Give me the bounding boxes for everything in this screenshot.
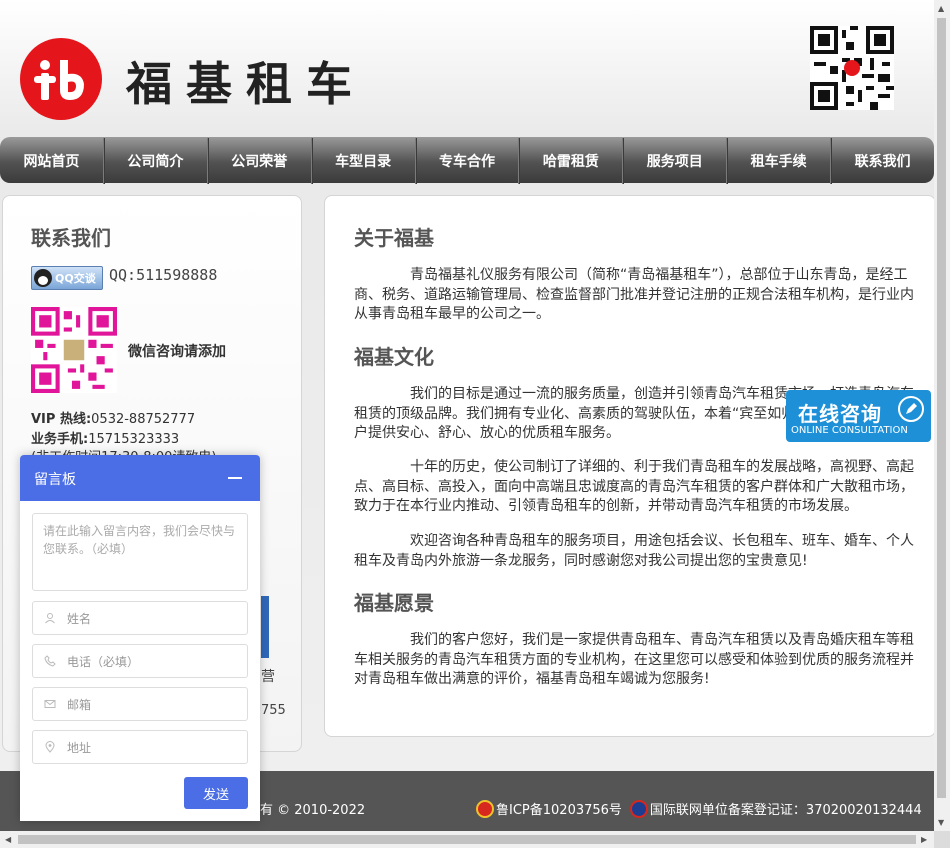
mobile-number: 15715323333 bbox=[88, 432, 180, 447]
vip-hotline: VIP 热线:0532-88752777 bbox=[31, 408, 195, 427]
message-textarea[interactable]: 请在此输入留言内容，我们会尽快与您联系。（必填） bbox=[32, 513, 248, 591]
consult-label: 在线咨询 bbox=[798, 402, 882, 426]
scroll-left-icon[interactable]: ◀ bbox=[5, 835, 11, 844]
qq-chat-label: QQ交谈 bbox=[55, 272, 96, 285]
vip-label: VIP 热线: bbox=[31, 412, 92, 427]
vision-title: 福基愿景 bbox=[354, 591, 434, 615]
vertical-scrollbar[interactable]: ▲ ▼ bbox=[934, 0, 950, 831]
name-field[interactable]: 姓名 bbox=[32, 601, 248, 635]
send-button[interactable]: 发送 bbox=[184, 777, 248, 809]
police-record[interactable]: 国际联网单位备案登记证：37020020132444 bbox=[650, 799, 922, 818]
message-board: 留言板 请在此输入留言内容，我们会尽快与您联系。（必填） 姓名 电话（必填） 邮… bbox=[20, 455, 260, 821]
nav-item-honors[interactable]: 公司荣誉 bbox=[208, 138, 312, 184]
scroll-right-icon[interactable]: ▶ bbox=[921, 835, 927, 844]
mail-icon bbox=[43, 697, 57, 711]
scroll-down-icon[interactable]: ▼ bbox=[938, 818, 944, 827]
pen-icon bbox=[898, 396, 924, 422]
location-icon bbox=[43, 740, 57, 754]
online-consultation-button[interactable]: 在线咨询 ONLINE CONSULTATION bbox=[786, 390, 931, 442]
scroll-up-icon[interactable]: ▲ bbox=[938, 4, 944, 13]
minimize-icon[interactable] bbox=[228, 477, 242, 479]
vertical-scroll-thumb[interactable] bbox=[937, 18, 946, 798]
email-placeholder: 邮箱 bbox=[67, 697, 92, 712]
national-emblem-icon bbox=[476, 799, 494, 818]
qq-chat-button[interactable]: QQ交谈 bbox=[31, 266, 103, 290]
about-title: 关于福基 bbox=[354, 226, 434, 250]
main-nav: 网站首页 公司简介 公司荣誉 车型目录 专车合作 哈雷租赁 服务项目 租车手续 … bbox=[0, 137, 934, 184]
vip-number: 0532-88752777 bbox=[91, 412, 196, 427]
vision-text: 我们的客户您好，我们是一家提供青岛租车、青岛汽车租赁以及青岛婚庆租车等租车相关服… bbox=[354, 632, 914, 687]
logo[interactable] bbox=[20, 38, 102, 120]
police-badge-icon bbox=[629, 799, 648, 818]
culture-text-2: 十年的历史，使公司制订了详细的、利于我们青岛租车的发展战略，高视野、高起点、高目… bbox=[354, 459, 914, 514]
logo-mark-icon bbox=[34, 60, 84, 100]
scrollbar-corner bbox=[934, 831, 950, 848]
icp-link[interactable]: 鲁ICP备10203756号 bbox=[496, 799, 622, 818]
nav-item-services[interactable]: 服务项目 bbox=[623, 138, 728, 184]
consult-label-en: ONLINE CONSULTATION bbox=[791, 425, 908, 436]
name-placeholder: 姓名 bbox=[67, 611, 92, 626]
contact-title: 联系我们 bbox=[31, 226, 111, 250]
mobile-label: 业务手机: bbox=[31, 432, 89, 447]
email-field[interactable]: 邮箱 bbox=[32, 687, 248, 721]
copyright: 有 © 2010-2022 bbox=[260, 803, 366, 818]
nav-item-procedures[interactable]: 租车手续 bbox=[727, 138, 832, 184]
nav-item-contact[interactable]: 联系我们 bbox=[831, 138, 934, 184]
address-placeholder: 地址 bbox=[67, 740, 92, 755]
culture-title: 福基文化 bbox=[354, 345, 434, 369]
message-board-header: 留言板 bbox=[20, 455, 260, 501]
qq-number: QQ:511598888 bbox=[109, 266, 218, 284]
nav-item-harley-rental[interactable]: 哈雷租赁 bbox=[519, 138, 624, 184]
nav-item-about[interactable]: 公司简介 bbox=[104, 138, 208, 184]
nav-item-cooperation[interactable]: 专车合作 bbox=[416, 138, 520, 184]
partial-text-1: 营 bbox=[261, 669, 275, 685]
phone-field[interactable]: 电话（必填） bbox=[32, 644, 248, 678]
wechat-label: 微信咨询请添加 bbox=[128, 344, 226, 360]
user-icon bbox=[43, 611, 57, 625]
phone-icon bbox=[43, 654, 57, 668]
mobile-line: 业务手机:15715323333 bbox=[31, 428, 179, 447]
address-field[interactable]: 地址 bbox=[32, 730, 248, 764]
partial-image bbox=[261, 596, 269, 658]
horizontal-scroll-thumb[interactable] bbox=[18, 835, 916, 844]
partial-text-2: 755 bbox=[261, 703, 286, 718]
wechat-qr-code-icon bbox=[31, 307, 117, 393]
nav-item-home[interactable]: 网站首页 bbox=[0, 138, 104, 184]
culture-text-3: 欢迎咨询各种青岛租车的服务项目，用途包括会议、长包租车、班车、婚车、个人租车及青… bbox=[354, 533, 914, 569]
about-text: 青岛福基礼仪服务有限公司（简称“青岛福基租车”），总部位于山东青岛，是经工商、税… bbox=[354, 267, 914, 322]
icp-info: 鲁ICP备10203756号 国际联网单位备案登记证：3702002013244… bbox=[476, 799, 922, 818]
qq-penguin-icon bbox=[34, 269, 52, 287]
qr-code-icon bbox=[810, 26, 894, 110]
main-content: 关于福基 青岛福基礼仪服务有限公司（简称“青岛福基租车”），总部位于山东青岛，是… bbox=[324, 195, 936, 737]
nav-item-car-catalog[interactable]: 车型目录 bbox=[312, 138, 416, 184]
message-board-title: 留言板 bbox=[34, 472, 76, 488]
brand-title: 福基租车 bbox=[126, 57, 366, 111]
phone-placeholder: 电话（必填） bbox=[67, 654, 140, 669]
horizontal-scrollbar[interactable]: ◀ ▶ bbox=[0, 831, 934, 848]
